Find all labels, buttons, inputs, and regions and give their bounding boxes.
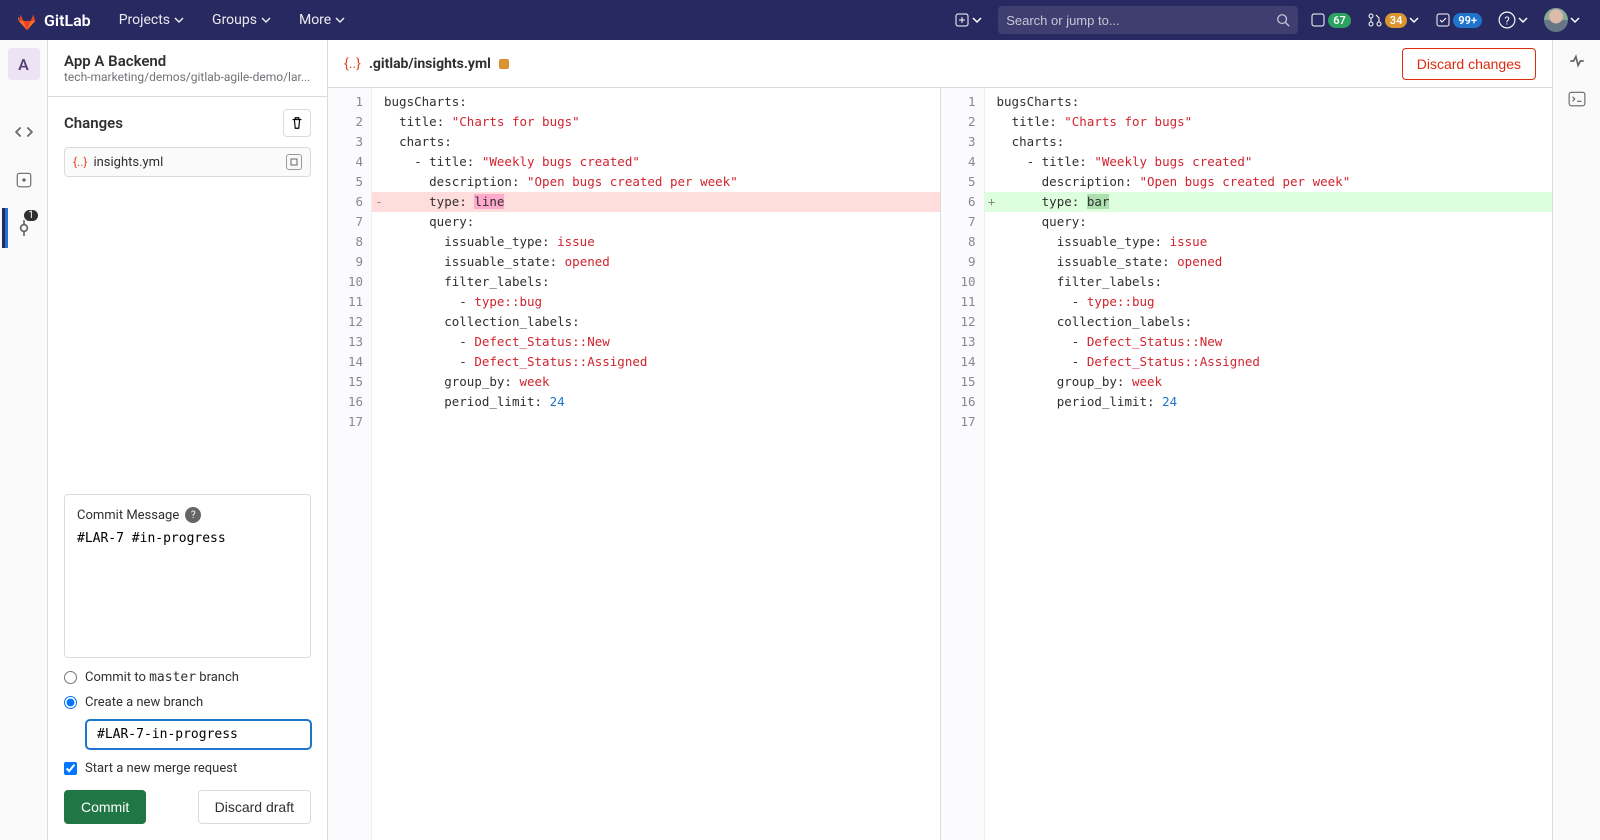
pipelines-icon[interactable] xyxy=(1568,52,1586,74)
chevron-down-icon xyxy=(1518,15,1528,25)
plus-icon xyxy=(954,12,970,28)
nav-projects[interactable]: Projects xyxy=(107,4,196,36)
trash-icon xyxy=(290,116,304,130)
project-avatar[interactable]: A xyxy=(8,48,40,80)
main-area: {..} .gitlab/insights.yml Discard change… xyxy=(328,40,1552,840)
create-new-branch-option[interactable]: Create a new branch xyxy=(64,695,311,710)
modified-indicator xyxy=(499,59,509,69)
project-path: tech-marketing/demos/gitlab-agile-demo/l… xyxy=(64,70,311,84)
discard-draft-button[interactable]: Discard draft xyxy=(198,790,311,824)
merge-request-icon xyxy=(1367,12,1383,28)
commit-to-existing-option[interactable]: Commit to master branch xyxy=(64,670,311,685)
chevron-down-icon xyxy=(1409,15,1419,25)
unstage-button[interactable] xyxy=(286,154,302,170)
commit-section: Commit Message ? Commit to master branch… xyxy=(48,477,327,840)
file-name: insights.yml xyxy=(93,155,280,170)
rail-commit[interactable]: 1 xyxy=(2,208,42,248)
topbar: GitLab Projects Groups More 67 34 99+ ? xyxy=(0,0,1600,40)
user-menu[interactable] xyxy=(1540,6,1584,34)
new-branch-name-input[interactable] xyxy=(86,720,311,749)
diff-right: 1234567891011121314151617 bugsCharts: ti… xyxy=(941,88,1553,840)
discard-all-button[interactable] xyxy=(283,109,311,137)
chevron-down-icon xyxy=(174,15,184,25)
todo-icon xyxy=(1435,12,1451,28)
discard-changes-button[interactable]: Discard changes xyxy=(1402,48,1536,80)
code-icon xyxy=(15,123,33,141)
help-icon[interactable]: ? xyxy=(185,507,201,523)
todos-counter[interactable]: 99+ xyxy=(1431,10,1486,30)
nav-groups[interactable]: Groups xyxy=(200,4,283,36)
issues-icon xyxy=(1310,12,1326,28)
nav-more[interactable]: More xyxy=(287,4,357,36)
rail-edit[interactable] xyxy=(4,112,44,152)
help-menu[interactable]: ? xyxy=(1494,9,1532,31)
mrs-counter[interactable]: 34 xyxy=(1363,10,1424,30)
commit-icon xyxy=(15,219,33,237)
editor-header: {..} .gitlab/insights.yml Discard change… xyxy=(328,40,1552,88)
icon-rail: A 1 xyxy=(0,40,48,840)
project-header: App A Backend tech-marketing/demos/gitla… xyxy=(48,40,327,97)
commit-message-input[interactable] xyxy=(77,531,298,641)
commit-button[interactable]: Commit xyxy=(64,790,146,824)
existing-branch-radio[interactable] xyxy=(64,671,77,684)
commit-count-badge: 1 xyxy=(24,210,38,221)
file-path-text: .gitlab/insights.yml xyxy=(369,56,491,72)
changed-file-item[interactable]: {..} insights.yml xyxy=(64,147,311,177)
changes-title: Changes xyxy=(64,114,123,132)
side-panel: App A Backend tech-marketing/demos/gitla… xyxy=(48,40,328,840)
tanuki-icon xyxy=(16,9,38,31)
new-branch-radio[interactable] xyxy=(64,696,77,709)
diff-left: 1234567891011121314151617 bugsCharts: ti… xyxy=(328,88,941,840)
diff-view[interactable]: 1234567891011121314151617 bugsCharts: ti… xyxy=(328,88,1552,840)
rail-review[interactable] xyxy=(4,160,44,200)
question-icon: ? xyxy=(1498,11,1516,29)
chevron-down-icon xyxy=(261,15,271,25)
commit-message-label: Commit Message xyxy=(77,508,179,523)
review-icon xyxy=(15,171,33,189)
new-menu[interactable] xyxy=(946,8,990,32)
start-mr-option[interactable]: Start a new merge request xyxy=(64,761,311,776)
global-search[interactable] xyxy=(998,6,1298,34)
chevron-down-icon xyxy=(1570,15,1580,25)
search-icon xyxy=(1276,13,1290,27)
brand-text: GitLab xyxy=(44,11,91,30)
gitlab-logo[interactable]: GitLab xyxy=(16,9,91,31)
search-input[interactable] xyxy=(1006,13,1276,28)
terminal-icon[interactable] xyxy=(1568,90,1586,112)
yaml-file-icon: {..} xyxy=(344,56,361,72)
start-mr-checkbox[interactable] xyxy=(64,762,77,775)
project-name: App A Backend xyxy=(64,52,311,70)
right-rail xyxy=(1552,40,1600,840)
avatar xyxy=(1544,8,1568,32)
svg-text:?: ? xyxy=(1504,15,1509,28)
issues-counter[interactable]: 67 xyxy=(1306,10,1355,30)
chevron-down-icon xyxy=(972,15,982,25)
yaml-file-icon: {..} xyxy=(73,155,87,169)
chevron-down-icon xyxy=(335,15,345,25)
